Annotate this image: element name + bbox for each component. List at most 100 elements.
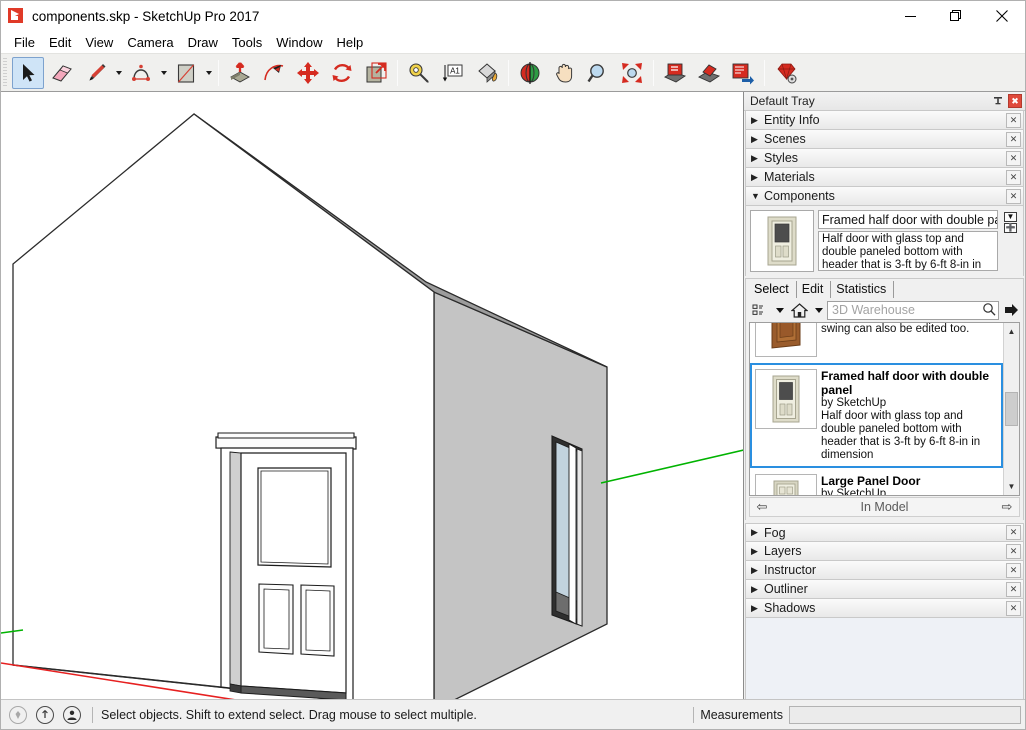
panel-fog[interactable]: ▶ Fog ✕	[745, 523, 1024, 542]
list-item[interactable]: door but attributes can be edited via co…	[750, 323, 1003, 363]
scroll-down-button[interactable]: ▼	[1004, 479, 1019, 494]
panel-entity-info[interactable]: ▶ Entity Info ✕	[745, 111, 1024, 130]
minimize-button[interactable]	[887, 1, 933, 31]
component-results-list[interactable]: door but attributes can be edited via co…	[749, 322, 1020, 496]
close-button[interactable]	[979, 1, 1025, 31]
zoom-tool-button[interactable]	[582, 57, 614, 89]
rectangle-tool-button[interactable]	[170, 57, 202, 89]
menu-help[interactable]: Help	[330, 33, 371, 52]
model-viewport[interactable]	[1, 92, 744, 699]
svg-text:A1: A1	[450, 66, 460, 75]
close-icon[interactable]: ✕	[1006, 113, 1021, 128]
geo-location-icon[interactable]	[9, 706, 27, 724]
ruby-console-button[interactable]	[770, 57, 802, 89]
go-arrow-icon[interactable]	[1002, 300, 1020, 320]
search-input[interactable]: 3D Warehouse	[827, 301, 999, 320]
panel-components[interactable]: ▼ Components ✕	[745, 187, 1024, 206]
menu-file[interactable]: File	[7, 33, 42, 52]
panel-scenes-label: Scenes	[762, 132, 1006, 146]
followme-tool-button[interactable]	[258, 57, 290, 89]
panel-instructor[interactable]: ▶ Instructor ✕	[745, 561, 1024, 580]
close-icon[interactable]: ✕	[1006, 563, 1021, 578]
scale-tool-button[interactable]	[360, 57, 392, 89]
pushpull-tool-button[interactable]	[224, 57, 256, 89]
user-account-icon[interactable]	[63, 706, 81, 724]
line-tool-dropdown[interactable]	[113, 57, 124, 89]
menu-draw[interactable]: Draw	[181, 33, 225, 52]
panel-scenes[interactable]: ▶ Scenes ✕	[745, 130, 1024, 149]
scroll-up-button[interactable]: ▲	[1004, 324, 1019, 339]
extension-warehouse-button[interactable]	[727, 57, 759, 89]
component-description-box[interactable]: Half door with glass top and double pane…	[818, 231, 998, 271]
rectangle-tool-dropdown[interactable]	[203, 57, 214, 89]
status-message: Select objects. Shift to extend select. …	[101, 708, 477, 722]
arrow-left-icon[interactable]: ⇦	[754, 499, 770, 515]
rotate-tool-button[interactable]	[326, 57, 358, 89]
tape-measure-tool-button[interactable]	[403, 57, 435, 89]
panel-styles-label: Styles	[762, 151, 1006, 165]
results-scrollbar[interactable]: ▲ ▼	[1003, 323, 1019, 495]
add-component-icon[interactable]: ➕	[1004, 223, 1017, 233]
credits-icon[interactable]	[36, 706, 54, 724]
menu-tools[interactable]: Tools	[225, 33, 269, 52]
tray-empty-area	[745, 618, 1024, 699]
close-icon[interactable]: ✕	[1006, 170, 1021, 185]
close-icon[interactable]: ✕	[1006, 525, 1021, 540]
view-options-dropdown[interactable]	[774, 300, 785, 320]
warehouse-download-icon	[663, 61, 687, 85]
share-model-button[interactable]	[693, 57, 725, 89]
tab-statistics[interactable]: Statistics	[831, 281, 894, 298]
orbit-tool-button[interactable]	[514, 57, 546, 89]
pan-tool-button[interactable]	[548, 57, 580, 89]
zoom-extents-tool-button[interactable]	[616, 57, 648, 89]
menu-window[interactable]: Window	[269, 33, 329, 52]
menu-edit[interactable]: Edit	[42, 33, 78, 52]
pin-icon[interactable]	[991, 94, 1005, 108]
panel-layers[interactable]: ▶ Layers ✕	[745, 542, 1024, 561]
arc-tool-button[interactable]	[125, 57, 157, 89]
measurements-area: Measurements	[691, 706, 1025, 724]
list-item[interactable]: Large Panel Door by SketchUp Raised pane…	[750, 468, 1003, 495]
panel-styles[interactable]: ▶ Styles ✕	[745, 149, 1024, 168]
chevron-right-icon: ▶	[751, 603, 762, 614]
get-models-button[interactable]	[659, 57, 691, 89]
menu-view[interactable]: View	[78, 33, 120, 52]
close-icon[interactable]: ✕	[1006, 601, 1021, 616]
close-icon[interactable]: ✕	[1006, 582, 1021, 597]
tab-select[interactable]: Select	[749, 281, 797, 298]
tray-close-button[interactable]: ✖	[1008, 94, 1022, 108]
list-item[interactable]: Framed half door with double panel by Sk…	[750, 363, 1003, 468]
panel-outliner[interactable]: ▶ Outliner ✕	[745, 580, 1024, 599]
close-icon[interactable]: ✕	[1006, 544, 1021, 559]
magnifier-zoom-icon	[586, 61, 610, 85]
measurements-input[interactable]	[789, 706, 1021, 724]
menu-camera[interactable]: Camera	[120, 33, 180, 52]
move-tool-button[interactable]	[292, 57, 324, 89]
select-tool-button[interactable]	[12, 57, 44, 89]
component-name-input[interactable]: Framed half door with double panel	[818, 210, 998, 229]
home-icon[interactable]	[788, 300, 810, 320]
panel-shadows[interactable]: ▶ Shadows ✕	[745, 599, 1024, 618]
in-model-navigation: ⇦ In Model ⇨	[749, 497, 1020, 517]
arrow-right-icon[interactable]: ⇨	[999, 499, 1015, 515]
close-icon[interactable]: ✕	[1006, 151, 1021, 166]
view-options-icon[interactable]	[749, 300, 771, 320]
home-dropdown[interactable]	[813, 300, 824, 320]
dimension-tool-button[interactable]: A1	[437, 57, 469, 89]
arc-tool-dropdown[interactable]	[158, 57, 169, 89]
window-title: components.skp - SketchUp Pro 2017	[32, 9, 259, 24]
tab-edit[interactable]: Edit	[797, 281, 832, 298]
scroll-track[interactable]	[1004, 339, 1019, 479]
magnifier-icon[interactable]	[982, 302, 996, 319]
half-door-thumbnail[interactable]	[750, 210, 814, 272]
eraser-tool-button[interactable]	[46, 57, 78, 89]
paint-bucket-tool-button[interactable]	[471, 57, 503, 89]
scroll-thumb[interactable]	[1005, 392, 1018, 426]
line-tool-button[interactable]	[80, 57, 112, 89]
sketchup-logo-icon	[7, 7, 25, 25]
restore-button[interactable]	[933, 1, 979, 31]
close-icon[interactable]: ✕	[1006, 132, 1021, 147]
close-icon[interactable]: ✕	[1006, 189, 1021, 204]
select-component-icon[interactable]: ▼	[1004, 212, 1017, 222]
panel-materials[interactable]: ▶ Materials ✕	[745, 168, 1024, 187]
